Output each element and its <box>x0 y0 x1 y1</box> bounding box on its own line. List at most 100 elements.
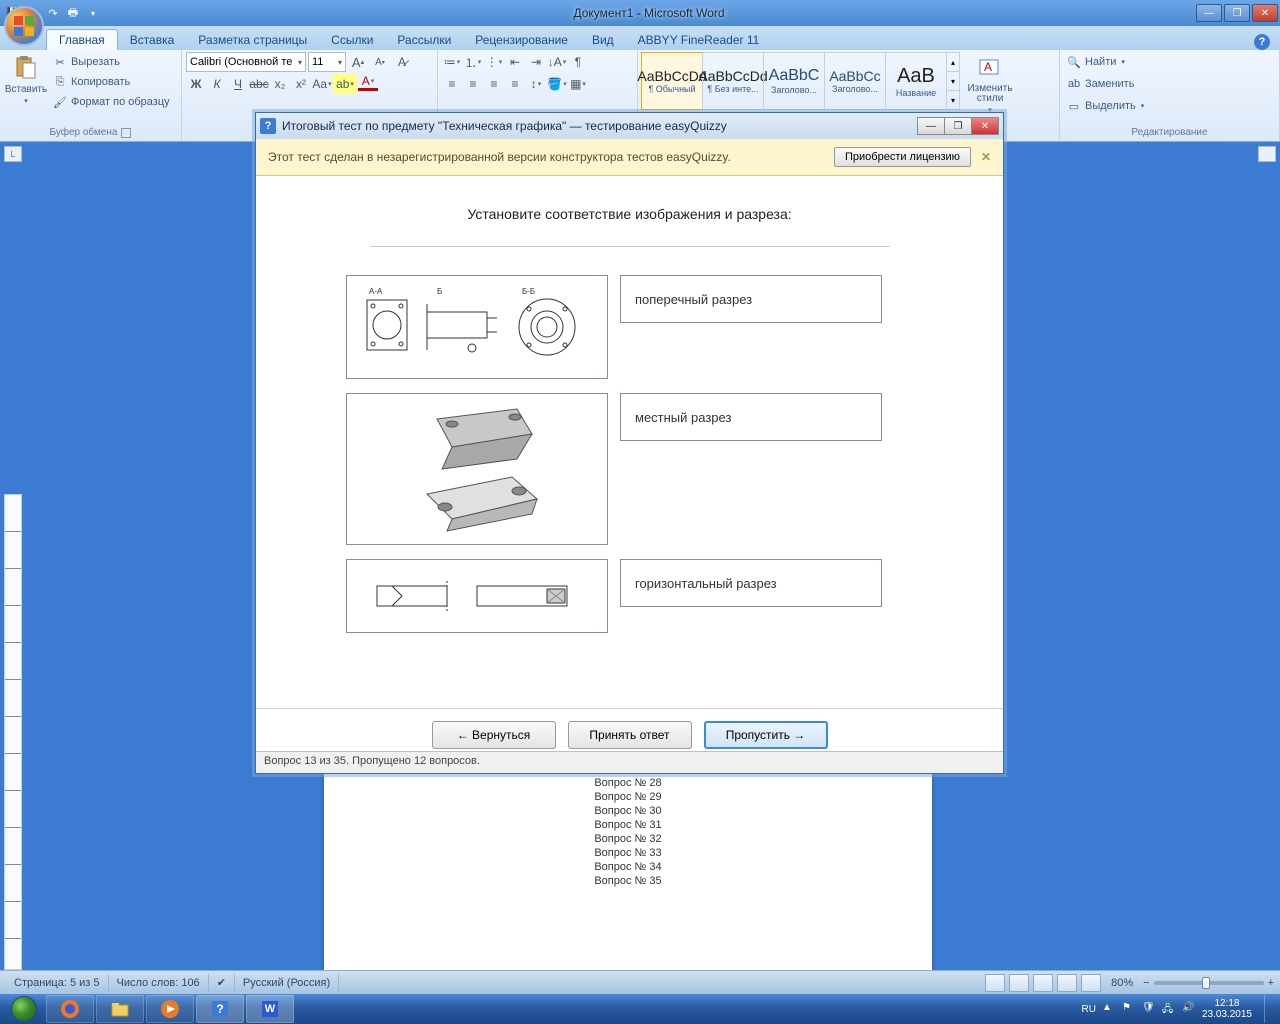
indent-icon[interactable]: ⇥ <box>526 52 546 72</box>
banner-close-icon[interactable]: ✕ <box>981 150 991 164</box>
tray-volume-icon[interactable]: 🔊 <box>1182 1002 1196 1016</box>
close-button[interactable]: ✕ <box>1252 4 1278 22</box>
underline-icon[interactable]: Ч <box>228 74 248 94</box>
taskbar-quiz[interactable]: ? <box>196 995 244 1023</box>
zoom-in-icon[interactable]: + <box>1268 977 1274 989</box>
replace-button[interactable]: abЗаменить <box>1064 74 1136 94</box>
clear-format-icon[interactable]: A̷ <box>392 52 412 72</box>
change-case-icon[interactable]: Aa <box>312 74 332 94</box>
format-painter-button[interactable]: 🖌Формат по образцу <box>50 92 172 112</box>
styles-gallery[interactable]: AaBbCcDd¶ Обычный AaBbCcDd¶ Без инте... … <box>642 52 960 110</box>
skip-button[interactable]: Пропустить → <box>704 721 828 749</box>
language-status[interactable]: Русский (Россия) <box>235 974 339 992</box>
qat-more-icon[interactable]: ▾ <box>84 4 102 22</box>
font-color-icon[interactable]: A <box>358 74 378 91</box>
word-count[interactable]: Число слов: 106 <box>109 974 209 992</box>
font-size-combo[interactable]: 11▾ <box>308 52 346 72</box>
taskbar-explorer[interactable] <box>96 995 144 1023</box>
align-left-icon[interactable]: ≡ <box>442 74 462 94</box>
taskbar-word[interactable]: W <box>246 995 294 1023</box>
tray-clock[interactable]: 12:18 23.03.2015 <box>1202 998 1252 1020</box>
taskbar-firefox[interactable] <box>46 995 94 1023</box>
tab-references[interactable]: Ссылки <box>319 30 385 50</box>
select-button[interactable]: ▭Выделить▾ <box>1064 96 1146 116</box>
show-desktop-button[interactable] <box>1264 995 1274 1023</box>
sort-icon[interactable]: ↓A <box>547 52 567 72</box>
style-nospacing[interactable]: AaBbCcDd¶ Без инте... <box>702 52 764 110</box>
style-title[interactable]: AaBНазвание <box>885 52 947 110</box>
tab-mailings[interactable]: Рассылки <box>385 30 463 50</box>
gallery-up-icon[interactable]: ▴ <box>947 53 959 72</box>
dialog-minimize-button[interactable]: — <box>917 117 945 135</box>
style-heading2[interactable]: AaBbCcЗаголово... <box>824 52 886 110</box>
back-button[interactable]: ← Вернуться <box>432 721 556 749</box>
zoom-slider[interactable] <box>1154 981 1264 985</box>
draft-view-icon[interactable] <box>1081 974 1101 992</box>
zoom-level[interactable]: 80% <box>1111 977 1133 989</box>
borders-icon[interactable]: ▦ <box>568 74 588 94</box>
multilevel-icon[interactable]: ⋮ <box>484 52 504 72</box>
dialog-close-button[interactable]: ✕ <box>971 117 999 135</box>
redo-icon[interactable]: ↷ <box>44 4 62 22</box>
ruler-toggle[interactable] <box>1258 146 1276 162</box>
buy-license-button[interactable]: Приобрести лицензию <box>834 147 971 167</box>
accept-button[interactable]: Принять ответ <box>568 721 692 749</box>
tab-insert[interactable]: Вставка <box>118 30 187 50</box>
web-view-icon[interactable] <box>1033 974 1053 992</box>
tray-flag-icon[interactable]: ▲ <box>1102 1002 1116 1016</box>
dialog-maximize-button[interactable]: ❐ <box>944 117 972 135</box>
style-heading1[interactable]: AaBbCЗаголово... <box>763 52 825 110</box>
shading-icon[interactable]: 🪣 <box>547 74 567 94</box>
question-image-1[interactable]: А-А Б Б-Б <box>346 275 608 379</box>
tab-layout[interactable]: Разметка страницы <box>186 30 319 50</box>
tray-shield-icon[interactable]: 🛡 <box>1142 1002 1156 1016</box>
outline-view-icon[interactable] <box>1057 974 1077 992</box>
outdent-icon[interactable]: ⇤ <box>505 52 525 72</box>
fullscreen-view-icon[interactable] <box>1009 974 1029 992</box>
dialog-titlebar[interactable]: ? Итоговый тест по предмету "Техническая… <box>256 113 1003 139</box>
taskbar-mediaplayer[interactable] <box>146 995 194 1023</box>
italic-icon[interactable]: К <box>207 74 227 94</box>
zoom-out-icon[interactable]: − <box>1143 977 1149 989</box>
answer-slot-3[interactable]: горизонтальный разрез <box>620 559 882 607</box>
launcher-icon[interactable] <box>121 128 131 138</box>
cut-button[interactable]: ✂Вырезать <box>50 52 172 72</box>
maximize-button[interactable]: ❐ <box>1224 4 1250 22</box>
tray-network-icon[interactable]: 🖧 <box>1162 1002 1176 1016</box>
help-icon[interactable]: ? <box>1254 34 1270 50</box>
question-image-3[interactable] <box>346 559 608 633</box>
print-layout-view-icon[interactable] <box>985 974 1005 992</box>
numbering-icon[interactable]: ⒈ <box>463 52 483 72</box>
bold-icon[interactable]: Ж <box>186 74 206 94</box>
answer-slot-1[interactable]: поперечный разрез <box>620 275 882 323</box>
subscript-icon[interactable]: x₂ <box>270 74 290 94</box>
tab-view[interactable]: Вид <box>580 30 626 50</box>
bullets-icon[interactable]: ≔ <box>442 52 462 72</box>
paste-button[interactable]: Вставить ▾ <box>4 52 48 107</box>
print-icon[interactable]: 🖶 <box>64 4 82 22</box>
office-button[interactable] <box>4 6 44 46</box>
change-styles-button[interactable]: A Изменить стили ▾ <box>962 52 1018 116</box>
justify-icon[interactable]: ≡ <box>505 74 525 94</box>
tray-lang[interactable]: RU <box>1081 1004 1095 1015</box>
tab-home[interactable]: Главная <box>46 29 118 50</box>
tab-review[interactable]: Рецензирование <box>463 30 580 50</box>
font-name-combo[interactable]: Calibri (Основной те▾ <box>186 52 306 72</box>
question-image-2[interactable] <box>346 393 608 545</box>
show-marks-icon[interactable]: ¶ <box>568 52 588 72</box>
ruler-corner[interactable]: L <box>4 146 22 162</box>
strike-icon[interactable]: abc <box>249 74 269 94</box>
grow-font-icon[interactable]: A▴ <box>348 52 368 72</box>
minimize-button[interactable]: — <box>1196 4 1222 22</box>
align-center-icon[interactable]: ≡ <box>463 74 483 94</box>
tab-abbyy[interactable]: ABBYY FineReader 11 <box>626 30 772 50</box>
copy-button[interactable]: ⎘Копировать <box>50 72 172 92</box>
shrink-font-icon[interactable]: A▾ <box>370 52 390 72</box>
line-spacing-icon[interactable]: ↕ <box>526 74 546 94</box>
tray-action-icon[interactable]: ⚑ <box>1122 1002 1136 1016</box>
style-normal[interactable]: AaBbCcDd¶ Обычный <box>641 52 703 110</box>
align-right-icon[interactable]: ≡ <box>484 74 504 94</box>
page-status[interactable]: Страница: 5 из 5 <box>6 974 109 992</box>
find-button[interactable]: 🔍Найти▾ <box>1064 52 1127 72</box>
gallery-down-icon[interactable]: ▾ <box>947 72 959 91</box>
